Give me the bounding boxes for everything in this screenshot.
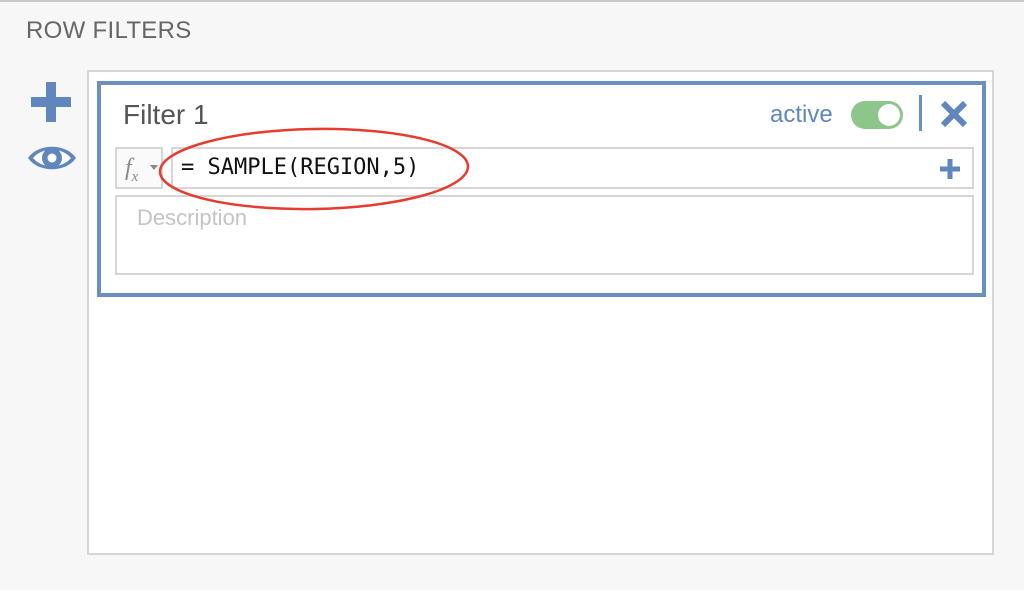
chevron-down-icon: [150, 165, 158, 170]
filter-name[interactable]: Filter 1: [123, 98, 209, 132]
top-divider: [0, 0, 1024, 2]
filters-panel: Filter 1 active fx: [87, 70, 994, 555]
fx-icon: fx: [125, 155, 139, 185]
active-toggle[interactable]: [851, 101, 903, 129]
formula-field[interactable]: [171, 147, 974, 189]
filter-card[interactable]: Filter 1 active fx: [97, 81, 986, 297]
formula-input[interactable]: [181, 153, 921, 183]
preview-toggle-button[interactable]: [26, 139, 78, 177]
remove-filter-button[interactable]: [939, 99, 969, 129]
close-icon: [940, 100, 968, 128]
eye-icon: [28, 146, 76, 170]
add-filter-button[interactable]: [29, 80, 73, 124]
formula-add-button[interactable]: [939, 158, 961, 180]
description-input[interactable]: [115, 195, 974, 275]
toggle-knob: [878, 104, 900, 126]
section-title: ROW FILTERS: [26, 17, 192, 44]
plus-icon: [940, 159, 960, 179]
header-divider: [919, 95, 922, 131]
active-status-label: active: [770, 101, 833, 128]
function-picker-button[interactable]: fx: [115, 147, 163, 189]
plus-icon: [31, 82, 71, 122]
